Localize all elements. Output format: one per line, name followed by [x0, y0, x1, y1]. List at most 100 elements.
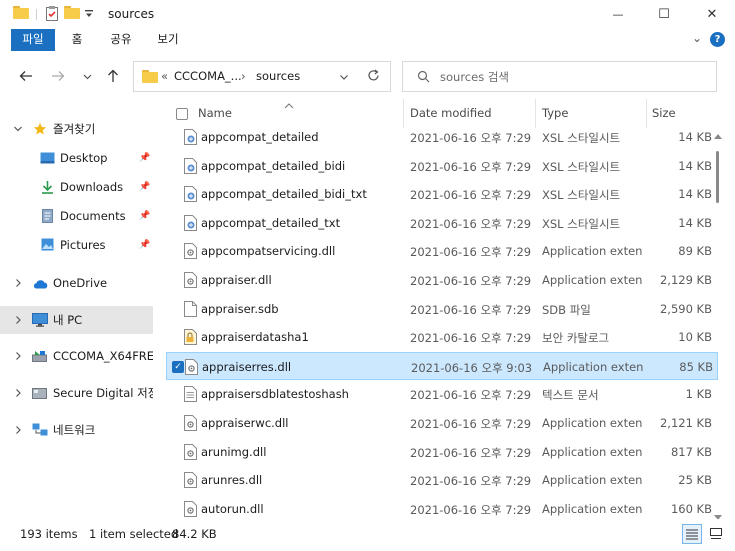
- file-date: 2021-06-16 오후 7:29: [410, 445, 532, 460]
- file-size: 10 KB: [678, 330, 712, 345]
- tab-view[interactable]: 보기: [151, 29, 185, 51]
- file-row[interactable]: appraisersdblatestoshash 2021-06-16 오후 7:…: [166, 380, 718, 408]
- file-date: 2021-06-16 오후 7:29: [410, 417, 532, 431]
- address-bar[interactable]: « CCCOMA_... › sources: [133, 61, 391, 92]
- breadcrumb-separator-icon[interactable]: ›: [241, 69, 246, 83]
- xsl-file-icon: [184, 186, 197, 203]
- tab-home[interactable]: 홈: [62, 29, 92, 51]
- sidebar-item-pictures[interactable]: Pictures 📌: [0, 231, 153, 259]
- file-size: 1 KB: [685, 387, 712, 402]
- sidebar-item-label: Pictures: [60, 238, 106, 252]
- file-date: 2021-06-16 오후 9:03: [411, 360, 533, 375]
- back-button[interactable]: [17, 67, 35, 85]
- file-row[interactable]: arunres.dll 2021-06-16 오후 7:29 Application…: [166, 466, 718, 494]
- properties-icon[interactable]: [45, 5, 59, 25]
- download-icon: [41, 180, 54, 197]
- file-row[interactable]: appcompatservicing.dll 2021-06-16 오후 7:29…: [166, 237, 718, 265]
- help-icon[interactable]: ?: [710, 32, 725, 47]
- chevron-right-icon[interactable]: [13, 351, 23, 361]
- file-row[interactable]: appcompat_detailed 2021-06-16 오후 7:29 XSL …: [166, 123, 718, 151]
- monitor-icon: [32, 313, 48, 330]
- sidebar-item-label: 네트워크: [53, 423, 96, 437]
- sidebar-item-onedrive[interactable]: OneDrive: [0, 269, 153, 297]
- column-header-size[interactable]: Size: [652, 106, 676, 120]
- file-row[interactable]: appraiser.dll 2021-06-16 오후 7:29 Applicati…: [166, 266, 718, 294]
- sidebar-item-sd-card[interactable]: Secure Digital 저장: [0, 379, 153, 407]
- column-header-date[interactable]: Date modified: [410, 106, 492, 120]
- quick-access-dropdown-icon[interactable]: [84, 8, 94, 22]
- maximize-button[interactable]: ☐: [641, 0, 687, 29]
- pictures-icon: [41, 238, 54, 254]
- chevron-right-icon[interactable]: [13, 278, 23, 288]
- recent-locations-button[interactable]: [78, 67, 96, 85]
- file-type: Application exten...: [542, 244, 642, 259]
- file-row[interactable]: appcompat_detailed_bidi 2021-06-16 오후 7:2…: [166, 152, 718, 180]
- scrollbar-thumb[interactable]: [716, 151, 719, 203]
- ribbon-collapse-icon[interactable]: ⌄: [689, 29, 705, 51]
- file-row[interactable]: appcompat_detailed_bidi_txt 2021-06-16 오후…: [166, 180, 718, 208]
- file-date: 2021-06-16 오후 7:29: [410, 388, 532, 403]
- chevron-right-icon[interactable]: [13, 315, 23, 325]
- file-date: 2021-06-16 오후 7:29: [410, 159, 532, 174]
- file-type: XSL 스타일시트: [542, 159, 621, 174]
- dll-file-icon: [184, 272, 197, 288]
- sidebar-item-network[interactable]: 네트워크: [0, 416, 153, 444]
- select-all-checkbox[interactable]: [176, 108, 188, 120]
- sidebar-item-install-drive[interactable]: CCCOMA_X64FRE_E: [0, 342, 153, 370]
- file-name: appcompatservicing.dll: [201, 244, 336, 259]
- sidebar-item-label: CCCOMA_X64FRE_E: [53, 349, 153, 363]
- large-icons-view-button[interactable]: [706, 524, 726, 544]
- file-row[interactable]: appraiserdatasha1 2021-06-16 오후 7:29 보안 카탈…: [166, 323, 718, 351]
- search-box[interactable]: sources 검색: [402, 61, 717, 92]
- file-row[interactable]: appraiser.sdb 2021-06-16 오후 7:29 SDB 파일 2,5…: [166, 295, 718, 323]
- breadcrumb-parent[interactable]: CCCOMA_...: [174, 69, 242, 83]
- file-row[interactable]: arunimg.dll 2021-06-16 오후 7:29 Application…: [166, 438, 718, 466]
- selection-size: 84.2 KB: [172, 527, 217, 541]
- file-size: 2,590 KB: [659, 301, 712, 316]
- file-date: 2021-06-16 오후 7:29: [410, 188, 532, 203]
- file-row[interactable]: appraiserwc.dll 2021-06-16 오후 7:29 Applica…: [166, 409, 718, 437]
- sidebar-item-downloads[interactable]: Downloads 📌: [0, 173, 153, 201]
- file-row[interactable]: autorun.dll 2021-06-16 오후 7:29 Application…: [166, 495, 718, 519]
- forward-arrow-icon: [52, 71, 65, 81]
- file-list: Name Date modified Type Size appcompat_d…: [153, 99, 735, 519]
- file-row[interactable]: ✓ appraiserres.dll 2021-06-16 오후 9:03 Appli…: [166, 351, 718, 380]
- file-type: SDB 파일: [542, 302, 591, 317]
- search-icon: [417, 70, 430, 86]
- chevron-down-icon[interactable]: [13, 124, 23, 134]
- pin-icon: 📌: [139, 211, 151, 221]
- dll-file-icon: [184, 500, 197, 517]
- column-header-type[interactable]: Type: [542, 106, 568, 120]
- sidebar-item-desktop[interactable]: Desktop 📌: [0, 144, 153, 172]
- address-dropdown-icon[interactable]: [339, 71, 349, 85]
- file-date: 2021-06-16 오후 7:29: [410, 331, 532, 346]
- up-button[interactable]: [104, 67, 122, 85]
- chevron-right-icon[interactable]: [13, 388, 23, 398]
- scroll-up-icon[interactable]: [714, 128, 722, 142]
- up-arrow-icon: [108, 69, 118, 82]
- breadcrumb-current[interactable]: sources: [256, 69, 300, 83]
- close-button[interactable]: ✕: [689, 0, 735, 29]
- xsl-file-icon: [184, 157, 197, 174]
- sidebar-item-this-pc[interactable]: 내 PC: [0, 306, 153, 334]
- tab-file[interactable]: 파일: [11, 29, 55, 51]
- search-input[interactable]: sources 검색: [440, 69, 509, 85]
- tab-share[interactable]: 공유: [104, 29, 138, 51]
- file-name: appcompat_detailed_bidi: [201, 158, 346, 173]
- file-size: 160 KB: [670, 501, 712, 516]
- file-row[interactable]: appcompat_detailed_txt 2021-06-16 오후 7:29…: [166, 209, 718, 237]
- address-overflow-icon[interactable]: «: [161, 69, 168, 83]
- file-date: 2021-06-16 오후 7:29: [410, 274, 532, 288]
- sidebar-item-documents[interactable]: Documents 📌: [0, 202, 153, 230]
- row-checkbox[interactable]: ✓: [172, 360, 184, 373]
- chevron-right-icon[interactable]: [13, 425, 23, 435]
- details-view-button[interactable]: [682, 524, 702, 544]
- file-name: appraiserres.dll: [202, 359, 292, 374]
- file-name: appraiserwc.dll: [201, 416, 289, 430]
- minimize-button[interactable]: —: [595, 0, 641, 29]
- column-header-name[interactable]: Name: [198, 106, 232, 120]
- sidebar-item-quick-access[interactable]: 즐겨찾기: [0, 115, 153, 143]
- vertical-scrollbar[interactable]: [713, 128, 723, 520]
- forward-button[interactable]: [49, 67, 67, 85]
- refresh-icon[interactable]: [367, 69, 380, 85]
